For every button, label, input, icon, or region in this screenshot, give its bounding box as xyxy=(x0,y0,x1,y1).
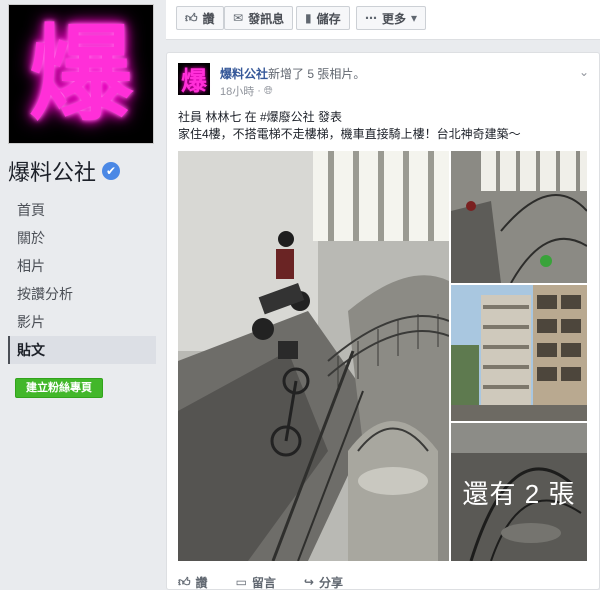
post-share-label: 分享 xyxy=(318,575,343,590)
more-label: 更多 xyxy=(382,11,407,26)
thumbs-up-icon: 👍︎ xyxy=(185,10,198,25)
photo-3-illustration xyxy=(451,285,587,421)
nav-item-posts[interactable]: 貼文 xyxy=(8,336,156,364)
post-like-button[interactable]: 👍︎ 讚 xyxy=(178,573,208,590)
post-author-link[interactable]: 爆料公社 xyxy=(220,67,268,81)
verified-badge-icon: ✔ xyxy=(102,162,121,180)
logo-text: 爆 xyxy=(28,13,133,135)
share-icon: ↪ xyxy=(303,575,314,589)
nav-item-videos[interactable]: 影片 xyxy=(8,308,156,336)
caret-down-icon: ▾ xyxy=(411,11,418,25)
post-action-text: 新增了 5 張相片。 xyxy=(268,67,366,81)
post-text: 社員 林林七 在 #爆廢公社 發表 家住4樓，不搭電梯不走樓梯，機車直接騎上樓！… xyxy=(178,109,588,143)
post-photo-2[interactable] xyxy=(451,151,587,283)
more-photos-overlay[interactable]: 還有 2 張 xyxy=(451,423,587,561)
save-button[interactable]: ▮ 儲存 xyxy=(296,6,350,30)
nav-item-about[interactable]: 關於 xyxy=(8,224,156,252)
page-action-bar: 👍︎ 讚 ✉ 發訊息 ▮ 儲存 ⋯ 更多 ▾ xyxy=(166,0,600,40)
post-photo-4[interactable]: 還有 2 張 xyxy=(451,423,587,561)
post-header: 爆料公社新增了 5 張相片。 xyxy=(220,65,365,82)
like-page-button[interactable]: 👍︎ 讚 xyxy=(176,6,224,30)
photo-main-illustration xyxy=(178,151,449,561)
post-photo-main[interactable] xyxy=(178,151,449,561)
save-label: 儲存 xyxy=(316,11,341,26)
thumbs-up-icon: 👍︎ xyxy=(178,574,191,589)
left-column: 爆 爆料公社 ✔ 首頁 關於 相片 按讚分析 影片 貼文 建立粉絲專頁 xyxy=(0,0,165,590)
message-button[interactable]: ✉ 發訊息 xyxy=(224,6,294,30)
post-photo-3[interactable] xyxy=(451,285,587,421)
nav-item-home[interactable]: 首頁 xyxy=(8,196,156,224)
page-profile-picture[interactable]: 爆 xyxy=(8,4,154,144)
messenger-icon: ✉ xyxy=(233,11,244,25)
globe-icon: 🌐︎ xyxy=(263,84,273,97)
nav-item-photos[interactable]: 相片 xyxy=(8,252,156,280)
more-dots-icon: ⋯ xyxy=(365,11,377,25)
post-avatar-text: 爆 xyxy=(180,66,207,97)
more-button[interactable]: ⋯ 更多 ▾ xyxy=(356,6,427,30)
post-actions: 👍︎ 讚 ▭ 留言 ↪ 分享 xyxy=(167,573,599,590)
page-name[interactable]: 爆料公社 ✔ xyxy=(8,155,121,187)
nav-item-likes[interactable]: 按讚分析 xyxy=(8,280,156,308)
post-comment-button[interactable]: ▭ 留言 xyxy=(236,573,276,590)
separator-dot: · xyxy=(257,85,261,97)
post-like-label: 讚 xyxy=(195,575,208,590)
page-name-label: 爆料公社 xyxy=(8,160,97,185)
page-nav: 首頁 關於 相片 按讚分析 影片 貼文 xyxy=(8,196,156,364)
post-text-line2: 家住4樓，不搭電梯不走樓梯，機車直接騎上樓！台北神奇建築～ xyxy=(178,127,521,141)
post-avatar[interactable]: 爆 xyxy=(178,63,210,97)
create-page-button[interactable]: 建立粉絲專頁 xyxy=(15,378,103,398)
bookmark-icon: ▮ xyxy=(305,11,312,25)
photo-2-illustration xyxy=(451,151,587,283)
post-timestamp[interactable]: 18小時 · 🌐︎ xyxy=(220,83,273,99)
post-comment-label: 留言 xyxy=(251,575,276,590)
message-label: 發訊息 xyxy=(248,11,285,26)
like-page-label: 讚 xyxy=(202,11,215,26)
post-options-chevron-icon[interactable]: ⌄ xyxy=(579,65,589,79)
post-card: 爆 爆料公社新增了 5 張相片。 18小時 · 🌐︎ ⌄ 社員 林林七 在 #爆… xyxy=(166,52,600,590)
post-text-line1: 社員 林林七 在 #爆廢公社 發表 xyxy=(178,110,343,124)
post-share-button[interactable]: ↪ 分享 xyxy=(304,573,343,590)
comment-icon: ▭ xyxy=(235,575,247,589)
more-photos-label: 還有 2 張 xyxy=(462,478,576,509)
post-time-label: 18小時 xyxy=(220,86,255,98)
